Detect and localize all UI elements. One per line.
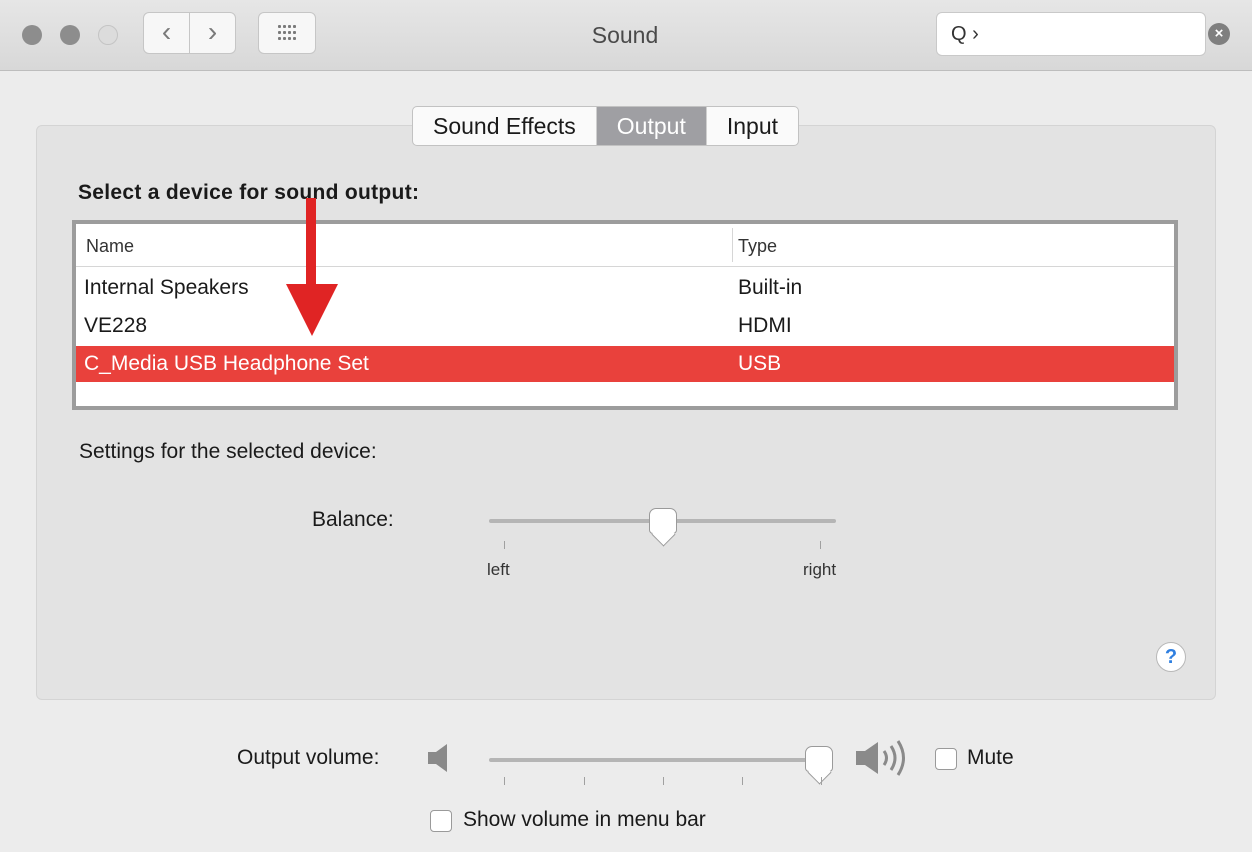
- volume-tick: [742, 777, 743, 785]
- table-row-selected[interactable]: C_Media USB Headphone Set USB: [76, 346, 1174, 382]
- clear-search-icon[interactable]: ×: [1208, 23, 1230, 45]
- column-header-name[interactable]: Name: [86, 236, 134, 257]
- speaker-high-icon: [856, 740, 905, 776]
- window-title: Sound: [591, 22, 659, 48]
- volume-tick: [584, 777, 585, 785]
- settings-label: Settings for the selected device:: [79, 440, 377, 463]
- volume-slider-thumb[interactable]: [804, 746, 833, 772]
- output-panel: [36, 125, 1216, 700]
- balance-right-label: right: [803, 560, 837, 579]
- balance-slider-thumb[interactable]: [648, 508, 677, 534]
- back-button[interactable]: ‹: [143, 12, 190, 54]
- forward-button[interactable]: ›: [189, 12, 236, 54]
- device-name: C_Media USB Headphone Set: [84, 352, 369, 375]
- output-volume-label: Output volume:: [237, 746, 380, 769]
- annotation-arrow: [286, 198, 338, 336]
- search-field[interactable]: Q ›: [936, 12, 1206, 56]
- back-chevron-icon: ‹: [161, 16, 172, 47]
- volume-tick: [663, 777, 664, 785]
- search-input-value[interactable]: Q ›: [951, 23, 979, 46]
- show-volume-menu-bar-checkbox[interactable]: [430, 810, 452, 832]
- forward-chevron-icon: ›: [207, 16, 218, 47]
- tab-output[interactable]: Output: [596, 107, 707, 145]
- device-name: VE228: [84, 314, 148, 337]
- tab-input[interactable]: Input: [707, 107, 798, 145]
- device-type: USB: [738, 352, 782, 375]
- show-volume-menu-bar-label: Show volume in menu bar: [463, 808, 706, 831]
- balance-tick: [504, 541, 505, 549]
- volume-tick: [504, 777, 505, 785]
- tab-bar: Sound Effects Output Input: [412, 106, 799, 146]
- minimize-traffic-light-icon[interactable]: [60, 25, 80, 45]
- help-button[interactable]: ?: [1156, 642, 1186, 672]
- close-traffic-light-icon[interactable]: [22, 25, 42, 45]
- speaker-low-icon: [428, 744, 447, 772]
- zoom-traffic-light-icon[interactable]: [98, 25, 118, 45]
- device-list-heading: Select a device for sound output:: [78, 181, 420, 204]
- balance-tick: [820, 541, 821, 549]
- tab-sound-effects[interactable]: Sound Effects: [413, 107, 597, 145]
- show-all-button[interactable]: [258, 12, 316, 54]
- balance-left-label: left: [487, 560, 510, 579]
- table-header: Name Type: [76, 224, 1174, 267]
- mute-label: Mute: [967, 746, 1014, 769]
- device-name: Internal Speakers: [84, 276, 249, 299]
- device-type: Built-in: [738, 276, 803, 299]
- mute-checkbox[interactable]: [935, 748, 957, 770]
- device-type: HDMI: [738, 314, 792, 337]
- column-header-type[interactable]: Type: [738, 236, 777, 257]
- device-table[interactable]: Name Type Internal Speakers Built-in VE2…: [72, 220, 1178, 410]
- balance-label: Balance:: [312, 508, 394, 531]
- column-divider: [732, 228, 733, 262]
- volume-tick: [821, 777, 822, 785]
- table-row[interactable]: VE228 HDMI: [76, 308, 1174, 344]
- volume-slider-track[interactable]: [489, 758, 829, 762]
- show-all-grid-icon: [278, 25, 296, 41]
- table-row[interactable]: Internal Speakers Built-in: [76, 270, 1174, 306]
- window-toolbar: ‹ › Sound Q › ×: [0, 0, 1252, 71]
